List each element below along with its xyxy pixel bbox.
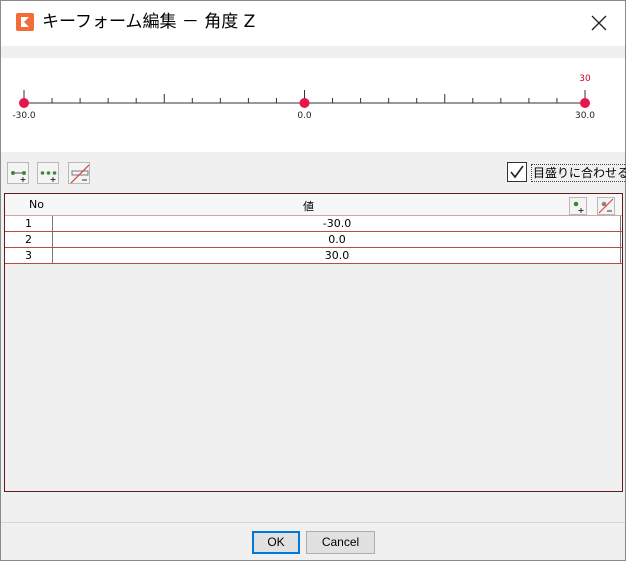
checkmark-icon [510, 165, 524, 179]
add-multiple-keys-icon [40, 171, 57, 182]
key-table: No 値 1 -30.0 2 0.0 3 30.0 [4, 193, 623, 492]
timeline-max-label: 30.0 [574, 111, 596, 121]
key-point [299, 98, 310, 108]
timeline-current-value: 30 [579, 74, 591, 84]
table-row[interactable]: 1 -30.0 [5, 216, 622, 232]
close-icon [591, 15, 607, 31]
add-key-button[interactable] [7, 162, 29, 184]
add-multiple-keys-button[interactable] [37, 162, 59, 184]
row-value[interactable]: 0.0 [54, 232, 620, 247]
delete-all-keys-button[interactable] [68, 162, 90, 184]
key-point [580, 98, 590, 108]
title-bar: キーフォーム編集 － 角度 Z [1, 1, 625, 46]
close-button[interactable] [581, 7, 617, 39]
keyform-edit-dialog: キーフォーム編集 － 角度 Z 30 -30.0 0.0 30.0 目盛りに合わ… [0, 0, 626, 561]
table-row[interactable]: 2 0.0 [5, 232, 622, 248]
add-key-icon [11, 171, 26, 182]
row-no: 1 [5, 216, 53, 231]
timeline-min-label: -30.0 [12, 111, 36, 121]
timeline-mid-label: 0.0 [297, 111, 312, 121]
table-header: No 値 [5, 194, 622, 216]
column-header-no: No [29, 198, 44, 211]
row-no: 2 [5, 232, 53, 247]
cancel-button[interactable]: Cancel [306, 531, 375, 554]
key-point [19, 98, 29, 108]
fit-to-scale-label[interactable]: 目盛りに合わせる [531, 164, 626, 182]
row-no: 3 [5, 248, 53, 263]
dialog-footer: OK Cancel [1, 523, 625, 560]
key-timeline[interactable]: 30 -30.0 0.0 30.0 [1, 58, 625, 152]
fit-to-scale-checkbox[interactable] [507, 162, 527, 182]
add-row-button[interactable] [569, 197, 587, 215]
row-value[interactable]: -30.0 [54, 216, 620, 231]
delete-all-keys-icon [70, 164, 90, 184]
column-header-value: 値 [303, 200, 314, 213]
row-value[interactable]: 30.0 [54, 248, 620, 263]
add-row-icon [573, 201, 584, 213]
delete-row-icon [598, 198, 614, 214]
ok-button[interactable]: OK [252, 531, 300, 554]
window-title: キーフォーム編集 － 角度 Z [42, 12, 256, 32]
table-row[interactable]: 3 30.0 [5, 248, 622, 264]
app-logo-icon [16, 13, 34, 31]
timeline-ruler [19, 90, 590, 108]
delete-row-button[interactable] [597, 197, 615, 215]
